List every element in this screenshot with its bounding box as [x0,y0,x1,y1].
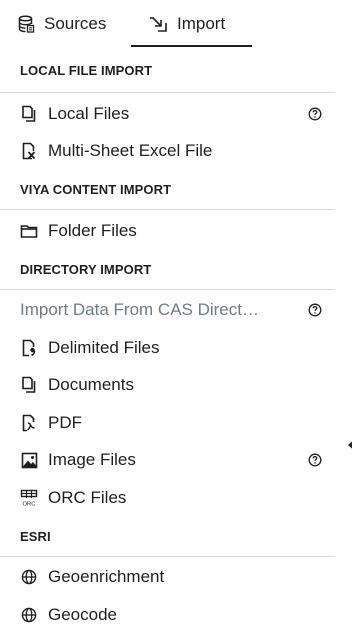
orc-icon-text: ORC [23,501,36,507]
list-item-label: Geocode [48,604,117,624]
import-arrow-icon [149,15,169,33]
panel-collapse-caret-icon[interactable] [347,436,352,449]
excel-file-icon [20,142,38,160]
section-header-local-file-import: LOCAL FILE IMPORT [0,48,335,93]
section-header-directory-import: DIRECTORY IMPORT [0,250,335,290]
pdf-icon [20,414,38,432]
tab-import[interactable]: Import [149,0,225,48]
database-icon [18,15,35,33]
section-header-viya-content-import: VIYA CONTENT IMPORT [0,170,335,210]
globe-icon [20,568,38,586]
list-item-delimited-files[interactable]: Delimited Files [0,329,335,367]
tab-sources-label: Sources [44,14,107,33]
list-item-label: ORC Files [48,487,127,507]
help-icon[interactable] [308,107,322,121]
list-item-geocode[interactable]: Geocode [0,596,335,634]
list-item-orc-files[interactable]: ORC ORC Files [0,479,335,517]
import-panel: LOCAL FILE IMPORT Local Files Multi-Shee… [0,48,335,634]
selected-tab-indicator [131,45,252,47]
list-item-local-files[interactable]: Local Files [0,95,335,133]
list-item-label: Local Files [48,103,130,123]
orc-file-icon: ORC [20,489,38,507]
list-item-documents[interactable]: Documents [0,367,335,405]
list-item-image-files[interactable]: Image Files [0,442,335,480]
import-tab-bar: Sources Import [0,0,335,48]
list-item-geoenrichment[interactable]: Geoenrichment [0,559,335,597]
list-item-label: Delimited Files [48,337,160,357]
list-item-label: Folder Files [48,220,137,240]
delimited-file-icon [20,339,38,357]
documents-icon [20,376,38,394]
section-header-esri: ESRI [0,517,335,557]
list-item-label: Import Data From CAS Direct… [20,300,259,320]
list-item-label: Image Files [48,450,136,470]
list-item-label: Documents [48,375,134,395]
help-icon[interactable] [308,453,322,467]
list-item-label: Geoenrichment [48,567,165,587]
image-icon [20,451,38,469]
tab-sources[interactable]: Sources [18,0,106,48]
file-copy-icon [20,105,38,123]
list-item-multi-sheet-excel[interactable]: Multi-Sheet Excel File [0,133,335,171]
help-icon[interactable] [308,303,322,317]
tab-import-label: Import [177,14,226,33]
list-item-pdf[interactable]: PDF [0,404,335,442]
folder-icon [20,222,38,240]
list-item-import-cas-directory[interactable]: Import Data From CAS Direct… [0,292,335,330]
list-item-folder-files[interactable]: Folder Files [0,212,335,250]
globe-icon [20,606,38,624]
list-item-label: Multi-Sheet Excel File [48,141,213,161]
list-item-label: PDF [48,412,82,432]
